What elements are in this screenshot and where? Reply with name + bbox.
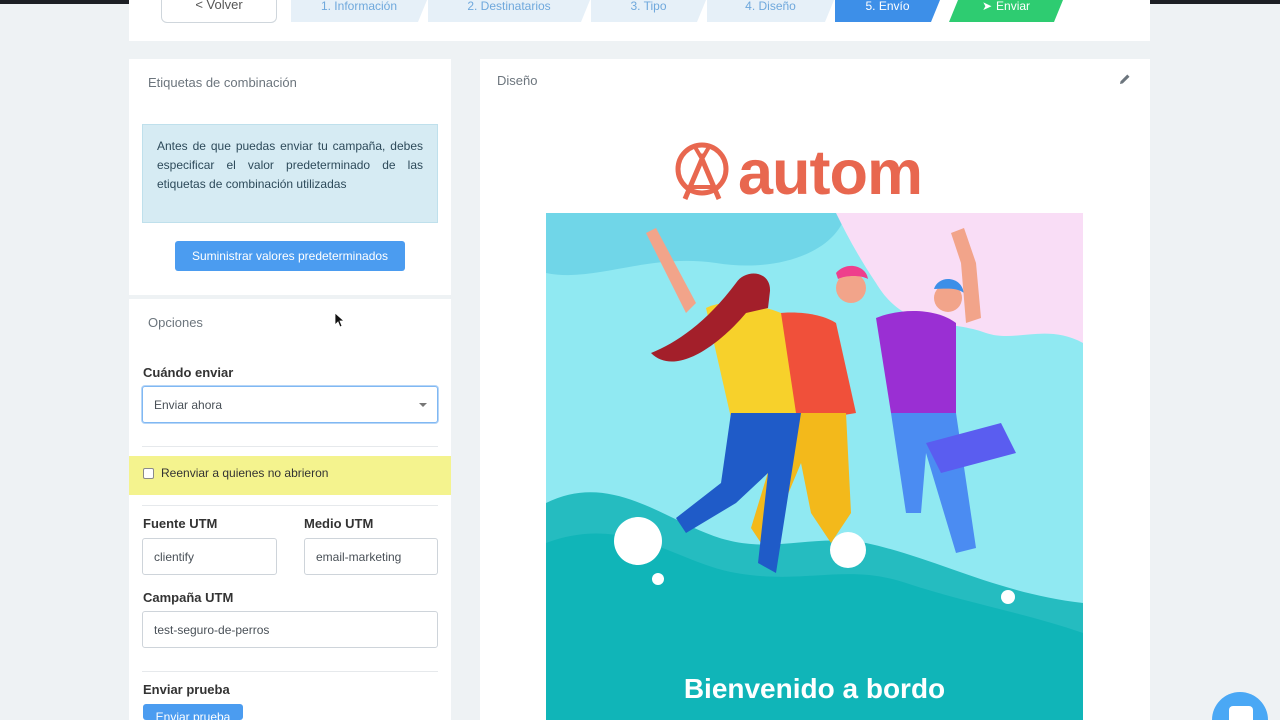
wizard-steps: 1. Información 2. Destinatarios 3. Tipo … [291,0,1064,22]
mouse-cursor-icon [335,313,345,328]
back-button[interactable]: < Volver [161,0,277,23]
supply-defaults-button[interactable]: Suministrar valores predeterminados [175,241,405,271]
utm-source-input[interactable]: clientify [142,538,277,575]
design-title: Diseño [497,73,538,88]
chat-bubble-icon [1229,706,1253,720]
step-enviar-label: Enviar [996,0,1031,13]
when-select-value: Enviar ahora [154,397,223,412]
autom-logo-icon [675,142,729,200]
test-label: Enviar prueba [143,682,230,697]
step-enviar[interactable]: ➤ Enviar [949,0,1063,22]
send-icon: ➤ [981,0,993,13]
when-select[interactable]: Enviar ahora [142,386,438,423]
hero-image: Bienvenido a bordo [546,213,1083,720]
divider [142,505,438,506]
resend-checkbox[interactable] [143,468,154,479]
options-panel: Opciones [129,299,451,720]
step-tipo[interactable]: 3. Tipo [591,0,706,22]
step-envio[interactable]: 5. Envío [835,0,940,22]
utm-medium-input[interactable]: email-marketing [304,538,438,575]
hero-headline: Bienvenido a bordo [683,673,946,704]
step-diseno[interactable]: 4. Diseño [707,0,834,22]
utm-medium-label: Medio UTM [304,516,374,531]
step-informacion[interactable]: 1. Información [291,0,427,22]
pencil-icon[interactable] [1119,73,1131,85]
divider [142,446,438,447]
utm-campaign-input[interactable]: test-seguro-de-perros [142,611,438,648]
options-title: Opciones [148,315,203,330]
brand-name: autom [738,138,923,208]
utm-source-label: Fuente UTM [143,516,218,531]
divider [142,671,438,672]
utm-campaign-label: Campaña UTM [143,590,234,605]
hero-illustration [546,213,1083,720]
merge-tags-title: Etiquetas de combinación [148,75,297,90]
step-destinatarios[interactable]: 2. Destinatarios [428,0,590,22]
merge-tags-alert: Antes de que puedas enviar tu campaña, d… [142,124,438,223]
chevron-down-icon [419,403,427,407]
when-label: Cuándo enviar [143,365,234,380]
resend-label: Reenviar a quienes no abrieron [161,466,329,480]
send-test-button[interactable]: Enviar prueba [143,704,243,720]
